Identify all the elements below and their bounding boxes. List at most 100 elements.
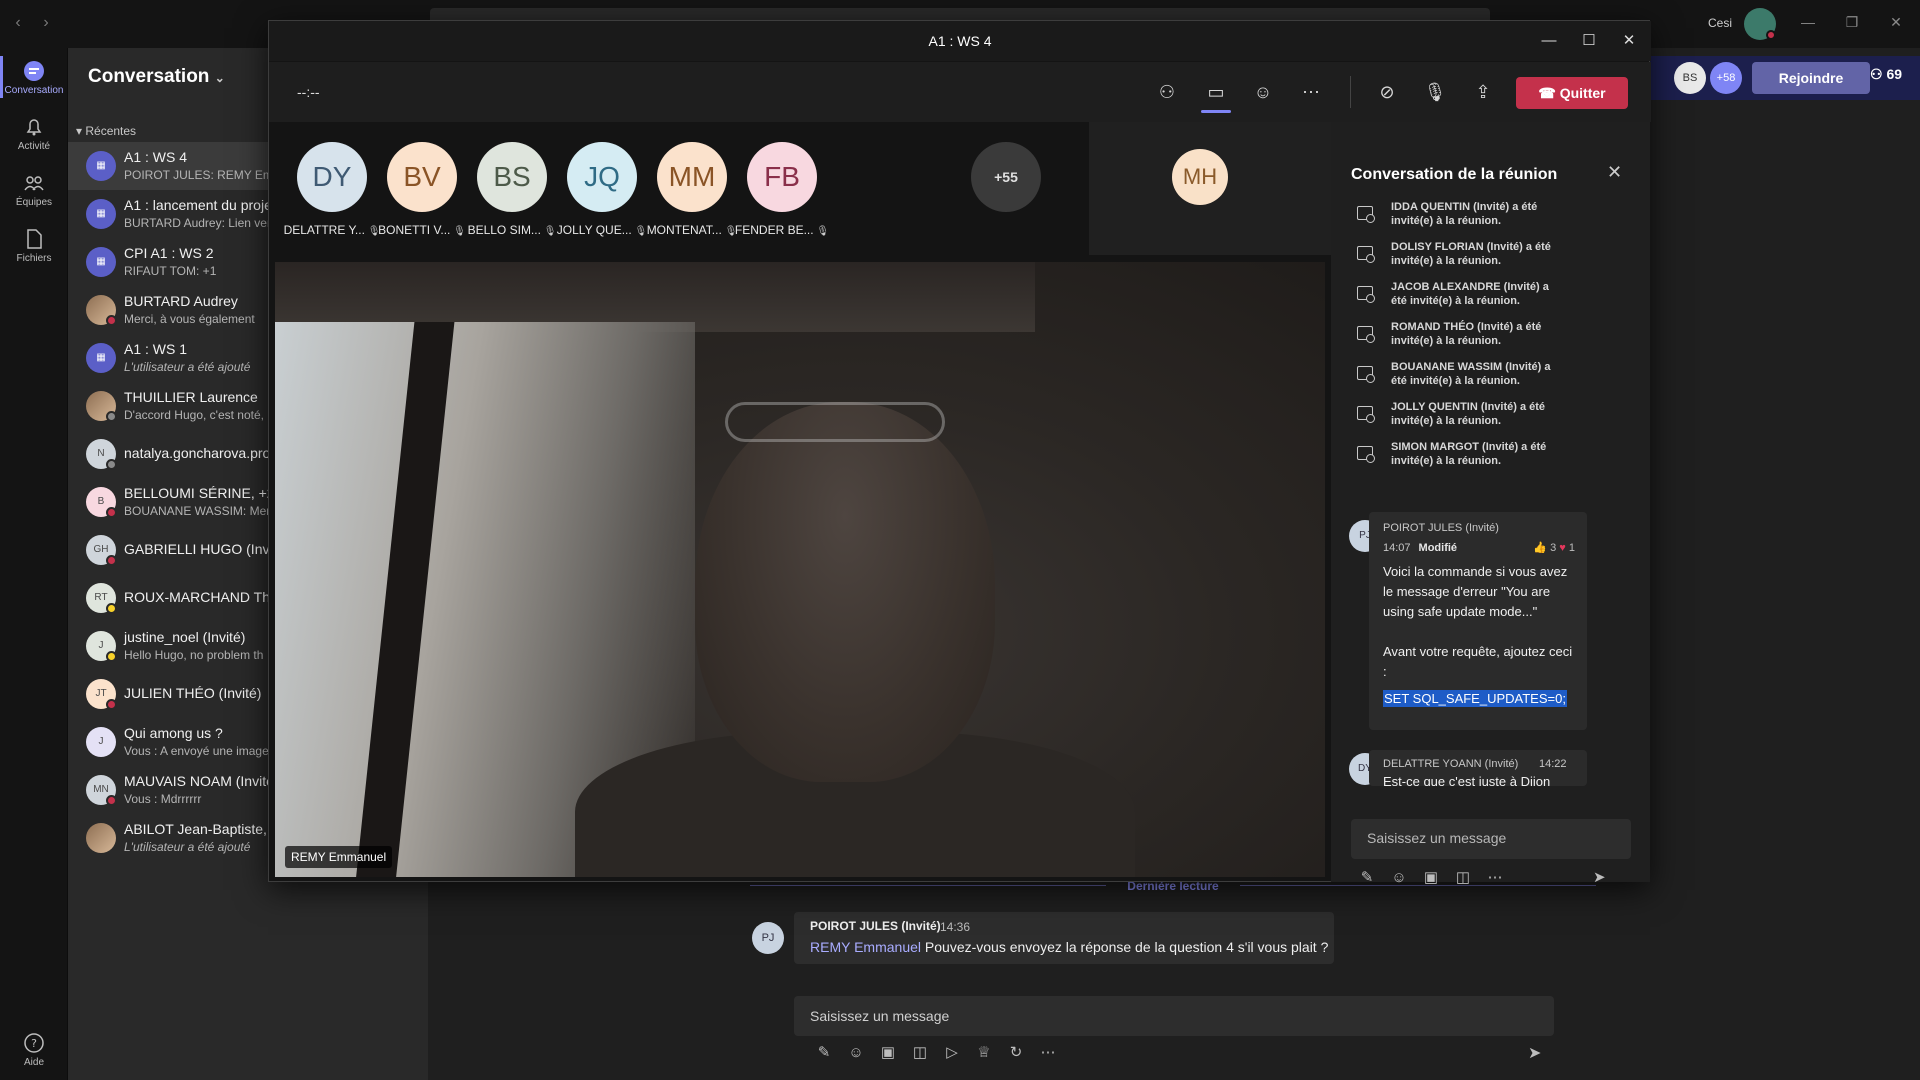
participants-icon[interactable]: ⚇ (1153, 78, 1181, 106)
avatar: BS (1674, 62, 1706, 94)
message-author: POIROT JULES (Invité) (1383, 522, 1499, 534)
rail-item-help[interactable]: ? Aide (0, 1032, 68, 1068)
participant-avatar[interactable]: MM (657, 142, 727, 212)
participant-name: MONTENAT... 🎙 (646, 223, 738, 237)
leave-button[interactable]: ☎ Quitter (1516, 77, 1628, 109)
rail-item-teams[interactable]: Équipes (0, 172, 68, 208)
chat-message[interactable]: DELATTRE YOANN (Invité) 14:22 Est-ce que… (1369, 750, 1587, 786)
bell-icon (26, 119, 42, 136)
like-icon: 👍 (1533, 542, 1548, 554)
system-message: SIMON MARGOT (Invité) a été invité(e) à … (1349, 440, 1639, 476)
rail-item-conversation[interactable]: Conversation (0, 56, 68, 98)
system-message-text: BOUANANE WASSIM (Invité) a été invité(e)… (1391, 361, 1551, 387)
share-screen-icon[interactable]: ⇪ (1469, 78, 1497, 106)
sticker-icon[interactable]: ◫ (904, 1043, 936, 1061)
minimize-icon[interactable]: — (1786, 14, 1830, 30)
close-icon[interactable]: ✕ (1607, 162, 1622, 183)
back-arrow-icon[interactable]: ‹ (8, 14, 28, 34)
more-actions-icon[interactable]: ⋯ (1297, 78, 1325, 106)
code-snippet[interactable]: SET SQL_SAFE_UPDATES=0; (1383, 690, 1567, 707)
calendar-invite-icon (1357, 206, 1375, 223)
mic-off-icon[interactable]: 🎙 (1421, 78, 1449, 106)
participant-avatar[interactable]: DY (297, 142, 367, 212)
restore-icon[interactable]: ❐ (1830, 14, 1874, 31)
people-icon: ⚇ (1870, 66, 1883, 82)
close-icon[interactable]: ✕ (1609, 21, 1649, 61)
reactions[interactable]: 👍 3 ♥ 1 (1533, 541, 1575, 554)
divider (750, 885, 1106, 886)
emoji-icon[interactable]: ☺ (1383, 869, 1415, 886)
participant-name: FENDER BE... 🎙 (734, 223, 830, 237)
help-icon: ? (24, 1033, 44, 1053)
message-time: 14:22 (1539, 758, 1567, 770)
svg-text:?: ? (31, 1037, 37, 1050)
meeting-icon: ▦ (86, 151, 116, 181)
send-icon[interactable]: ➤ (1528, 1043, 1541, 1063)
format-icon[interactable]: ✎ (1351, 868, 1383, 886)
meet-now-icon[interactable]: ▷ (936, 1043, 968, 1061)
emoji-icon[interactable]: ☺ (840, 1044, 872, 1061)
video-name-label: REMY Emmanuel (285, 846, 393, 868)
participant-name: DELATTRE Y... 🎙 (283, 223, 381, 237)
praise-icon[interactable]: ♕ (968, 1043, 1000, 1061)
mic-off-icon: 🎙 (813, 226, 830, 237)
user-avatar[interactable] (1744, 8, 1776, 40)
system-message: ROMAND THÉO (Invité) a été invité(e) à l… (1349, 320, 1639, 356)
participant-avatar[interactable]: FB (747, 142, 817, 212)
file-icon (27, 229, 42, 249)
app-rail: Conversation Activité Équipes Fichiers ?… (0, 48, 68, 1080)
minimize-icon[interactable]: — (1529, 21, 1569, 61)
meeting-message-input[interactable]: Saisissez un message (1351, 819, 1631, 859)
message-time: 14:36 (940, 920, 971, 934)
chat-message[interactable]: POIROT JULES (Invité) 14:36 REMY Emmanue… (794, 912, 1334, 964)
calendar-invite-icon (1357, 326, 1375, 343)
forward-arrow-icon[interactable]: › (36, 14, 56, 34)
loop-icon[interactable]: ↻ (1000, 1043, 1032, 1061)
chat-message[interactable]: POIROT JULES (Invité) 14:07 Modifié 👍 3 ♥… (1369, 512, 1587, 730)
chat-icon[interactable]: ▭ (1202, 78, 1230, 106)
gif-icon[interactable]: ▣ (872, 1043, 904, 1061)
conversation-list-title[interactable]: Conversation ⌄ (88, 66, 225, 88)
rail-item-files[interactable]: Fichiers (0, 228, 68, 264)
calendar-invite-icon (1357, 366, 1375, 383)
system-message: JOLLY QUENTIN (Invité) a été invité(e) à… (1349, 400, 1639, 436)
camera-off-icon[interactable]: ⊘ (1373, 78, 1401, 106)
more-icon[interactable]: ⋯ (1032, 1043, 1064, 1061)
system-message-text: ROMAND THÉO (Invité) a été invité(e) à l… (1391, 321, 1542, 347)
meeting-icon: ▦ (86, 199, 116, 229)
meeting-title: A1 : WS 4 (269, 21, 1651, 61)
message-text: Pouvez-vous envoyez la réponse de la que… (924, 939, 1329, 955)
compose-toolbar: ✎ ☺ ▣ ◫ ▷ ♕ ↻ ⋯ (808, 1043, 1064, 1062)
more-participants-button[interactable]: +55 (971, 142, 1041, 212)
participant-avatar[interactable]: BS (477, 142, 547, 212)
join-button[interactable]: Rejoindre (1752, 62, 1870, 94)
close-icon[interactable]: ✕ (1874, 14, 1918, 31)
rail-item-activity[interactable]: Activité (0, 116, 68, 152)
chevron-down-icon: ⌄ (214, 71, 225, 85)
heart-icon: ♥ (1559, 542, 1566, 554)
sticker-icon[interactable]: ◫ (1447, 868, 1479, 886)
message-text: Voici la commande si vous avez le messag… (1383, 564, 1573, 679)
send-icon[interactable]: ➤ (1593, 868, 1606, 886)
org-name: Cesi (1708, 16, 1733, 30)
participant-avatar[interactable]: BV (387, 142, 457, 212)
participant-name: BONETTI V... 🎙 (378, 223, 466, 237)
format-icon[interactable]: ✎ (808, 1043, 840, 1061)
maximize-icon[interactable]: ☐ (1569, 21, 1609, 61)
system-message: JACOB ALEXANDRE (Invité) a été invité(e)… (1349, 280, 1639, 316)
mention[interactable]: REMY Emmanuel (810, 939, 921, 955)
system-message: BOUANANE WASSIM (Invité) a été invité(e)… (1349, 360, 1639, 396)
message-author: POIROT JULES (Invité) (810, 919, 941, 933)
active-indicator (1201, 110, 1231, 113)
calendar-invite-icon (1357, 246, 1375, 263)
system-message-text: DOLISY FLORIAN (Invité) a été invité(e) … (1391, 241, 1551, 267)
meeting-window: A1 : WS 4 — ☐ ✕ --:-- ⚇ ▭ ☺ ⋯ ⊘ 🎙 ⇪ ☎ Quit… (268, 20, 1651, 886)
message-input[interactable]: Saisissez un message (794, 996, 1554, 1036)
gif-icon[interactable]: ▣ (1415, 868, 1447, 886)
more-icon[interactable]: ⋯ (1479, 868, 1511, 886)
section-recent[interactable]: ▾ Récentes (76, 124, 136, 138)
chat-icon (24, 61, 44, 81)
participants-count[interactable]: ⚇ 69 (1870, 66, 1902, 83)
participant-avatar[interactable]: JQ (567, 142, 637, 212)
reactions-icon[interactable]: ☺ (1249, 78, 1277, 106)
